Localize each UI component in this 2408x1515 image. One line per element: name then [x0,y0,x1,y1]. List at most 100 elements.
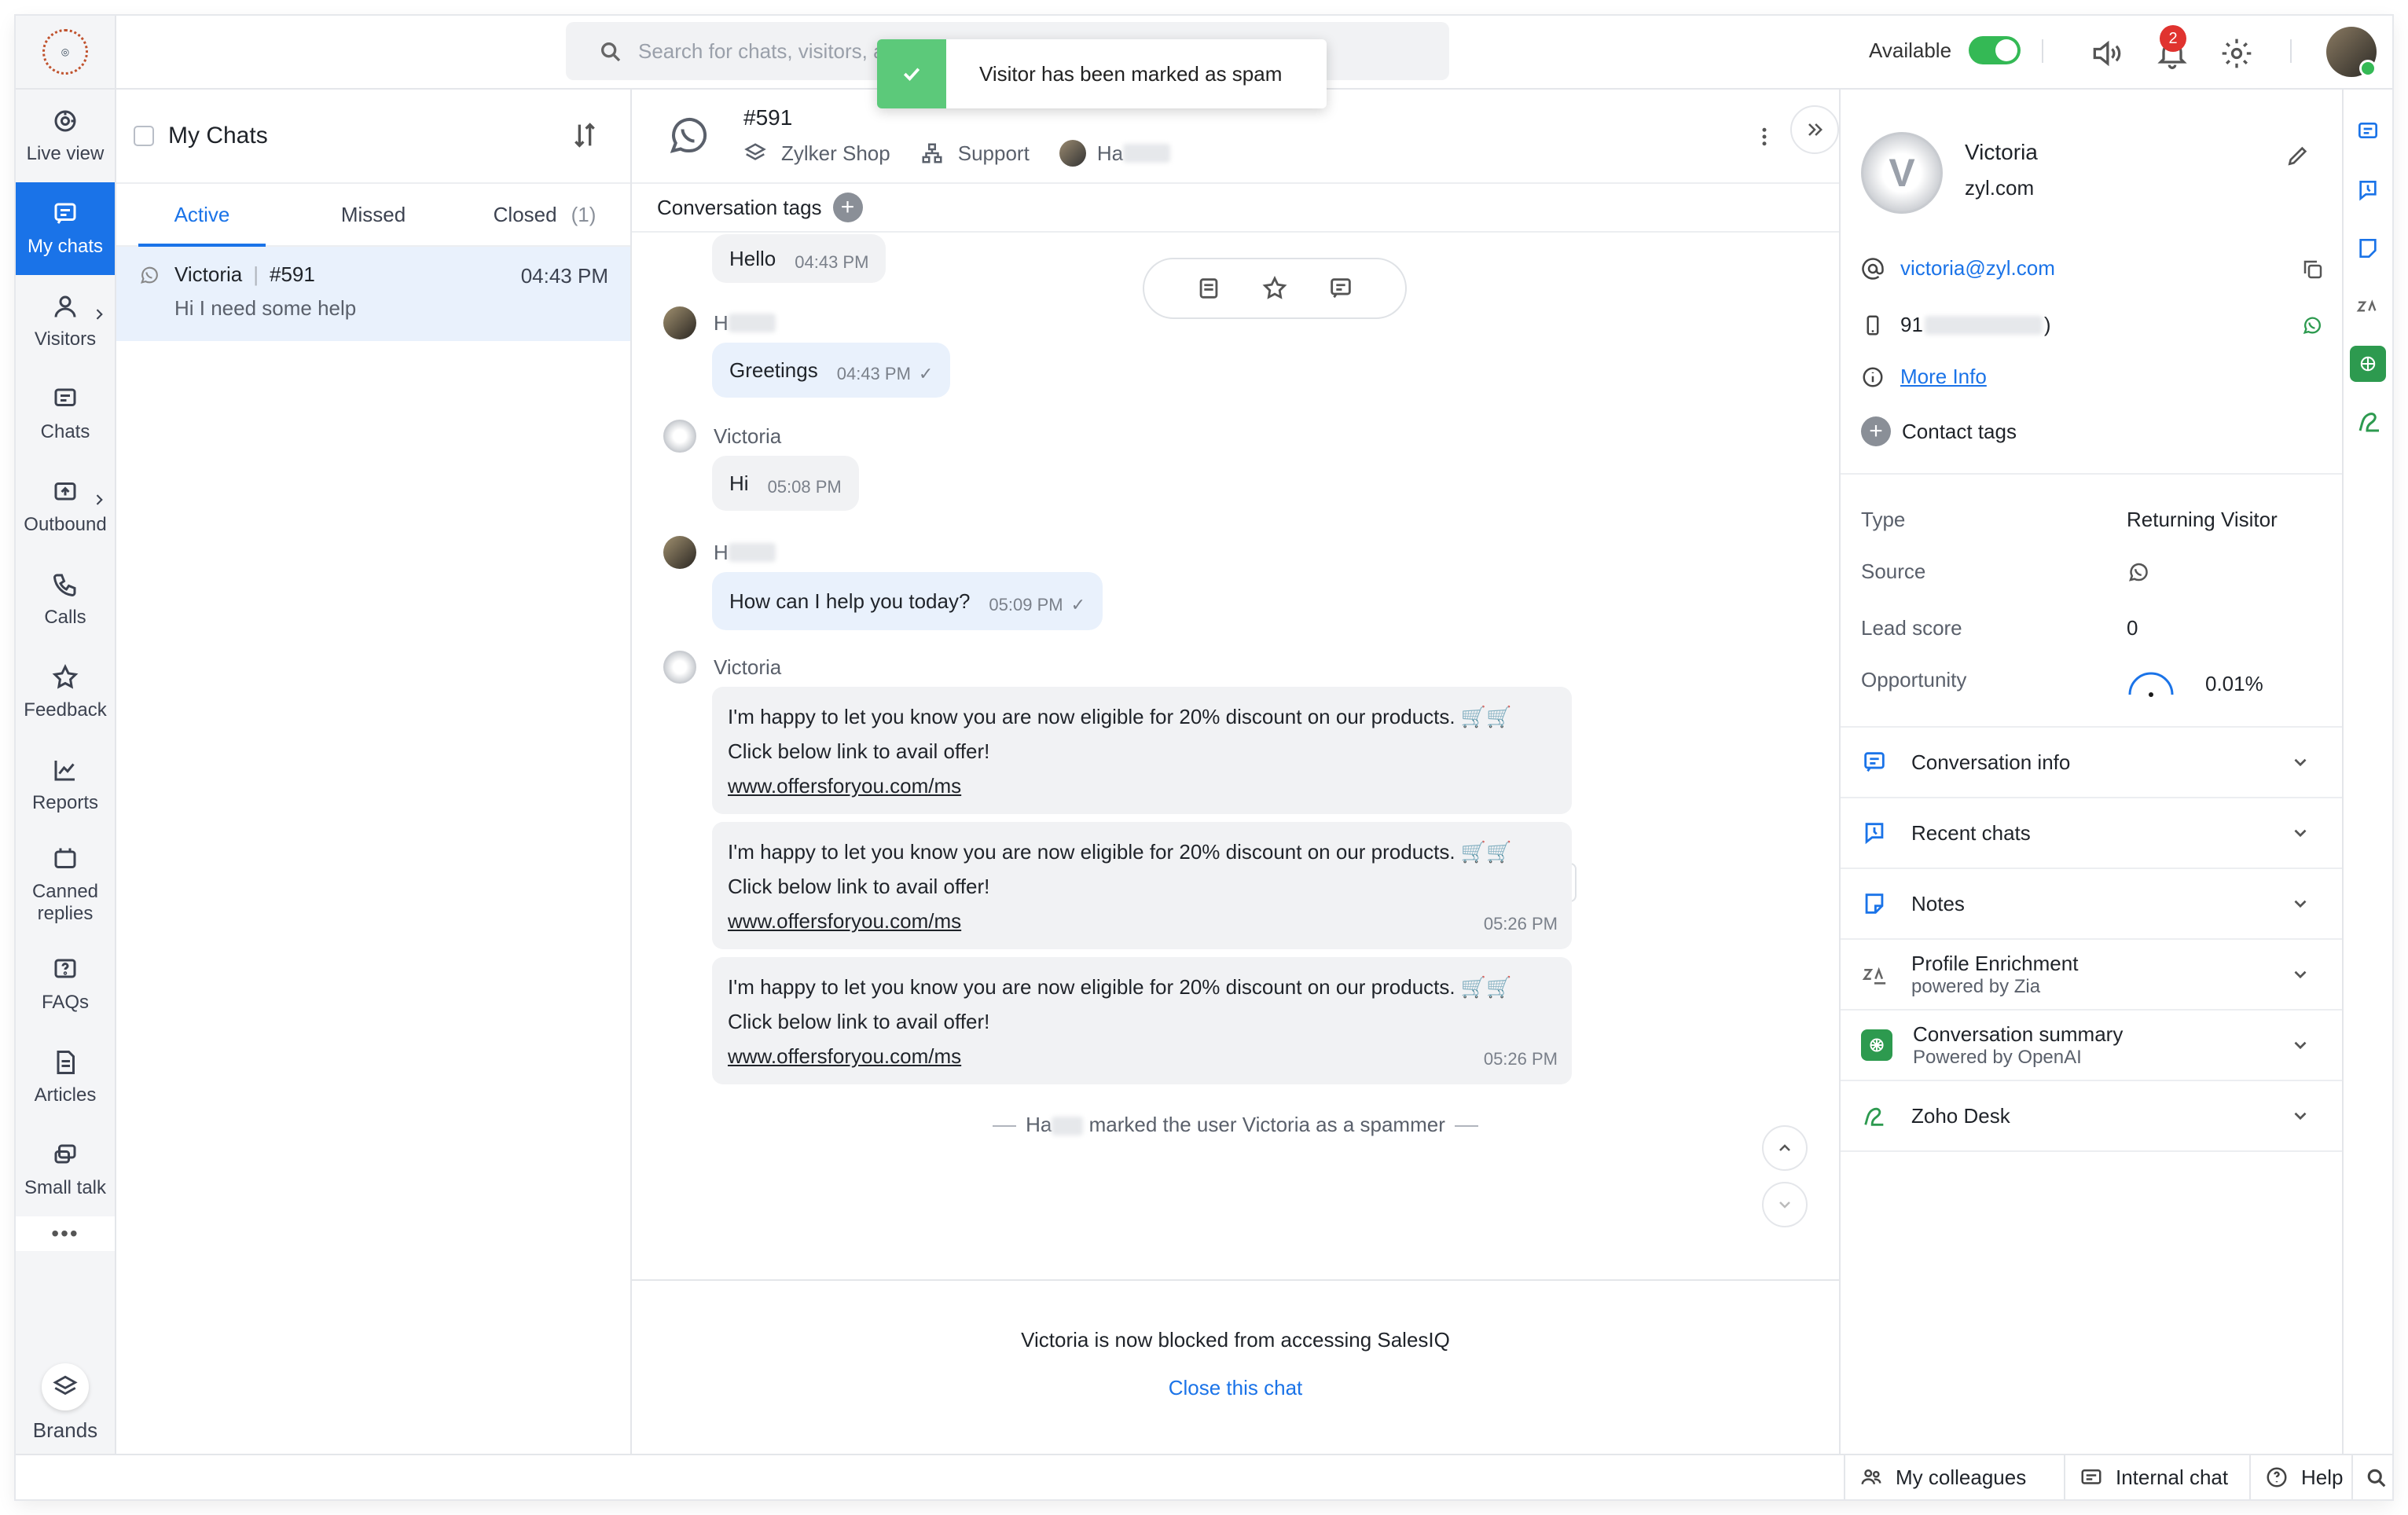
detail-lead-score: Lead score 0 [1861,616,2301,640]
section-title: Notes [1911,891,1965,915]
footer-search-button[interactable] [2351,1455,2392,1499]
nav-feedback[interactable]: Feedback [16,646,115,739]
check-icon: ✓ [918,364,934,383]
section-title: Conversation summary [1913,1022,2124,1046]
layers-icon [744,143,766,160]
check-icon [877,39,946,108]
nav-live-view[interactable]: Live view [16,90,115,182]
chat-info-icon[interactable] [2355,119,2380,145]
more-menu-icon[interactable]: ••• [16,1216,115,1251]
visitor-name: Victoria [1965,140,2038,164]
whatsapp-icon[interactable] [2301,314,2323,336]
star-icon[interactable] [1261,275,1288,302]
section-title: Conversation info [1911,750,2071,774]
copy-icon[interactable] [2301,258,2325,281]
tab-count: (1) [571,202,596,226]
nav-label: Small talk [24,1177,107,1198]
section-zoho-desk[interactable]: Zoho Desk [1841,1081,2342,1152]
email-link[interactable]: victoria@zyl.com [1900,256,2055,281]
redacted-text [1052,1117,1084,1136]
nav-visitors[interactable]: Visitors [16,275,115,368]
section-profile-enrichment[interactable]: Profile Enrichment powered by Zia [1841,940,2342,1011]
message-time: 05:09 PM [989,595,1063,614]
recent-chats-icon[interactable] [2355,178,2380,203]
sound-icon[interactable] [2089,36,2124,71]
promo-link[interactable]: www.offersforyou.com/ms [728,1044,961,1068]
divider [2290,39,2292,63]
nav-outbound[interactable]: Outbound [16,460,115,553]
section-conversation-info[interactable]: Conversation info [1841,728,2342,798]
my-colleagues-button[interactable]: My colleagues [1844,1455,2040,1499]
nav-label: Visitors [34,328,97,350]
zia-icon[interactable] [2355,294,2380,319]
nav-reports[interactable]: Reports [16,739,115,831]
nav-my-chats[interactable]: My chats [16,182,115,275]
comment-icon[interactable] [1327,275,1354,302]
gear-icon[interactable] [2219,36,2254,71]
footer-label: My colleagues [1896,1465,2027,1489]
visitor-profile: V Victoria zyl.com [1841,132,2342,214]
section-subtitle: powered by Zia [1911,975,2041,997]
sender-name: H [714,540,729,564]
scroll-down-button[interactable] [1762,1182,1808,1227]
collapse-panel-button[interactable] [1790,105,1839,154]
detail-value: Returning Visitor [2127,508,2278,531]
user-avatar[interactable] [2326,27,2377,77]
edit-icon[interactable] [2285,143,2311,168]
nav-canned-replies[interactable]: Canned replies [16,831,115,938]
select-all-checkbox[interactable] [134,126,154,146]
detail-value: 0.01% [2127,668,2263,699]
help-button[interactable]: Help [2249,1455,2357,1499]
sort-icon[interactable] [569,119,600,151]
message-bubble: How can I help you today? 05:09 PM ✓ [712,572,1103,630]
at-icon [1862,257,1884,280]
chat-list-item[interactable]: Victoria | #591 04:43 PM Hi I need some … [116,247,630,341]
tab-closed[interactable]: Closed (1) [459,184,630,245]
mobile-icon [1867,315,1879,335]
nav-faqs[interactable]: FAQs [16,938,115,1031]
section-notes[interactable]: Notes [1841,869,2342,940]
scroll-up-button[interactable] [1762,1125,1808,1171]
internal-chat-button[interactable]: Internal chat [2064,1455,2242,1499]
nav-chats[interactable]: Chats [16,368,115,460]
nav-label: Canned replies [31,881,99,924]
divider [2042,39,2043,63]
nav-small-talk[interactable]: Small talk [16,1124,115,1216]
email-row: victoria@zyl.com [1861,256,2055,281]
more-options-icon[interactable] [1753,123,1776,151]
message-bubble: Greetings 04:43 PM ✓ [712,343,951,398]
chevron-right-icon[interactable] [91,492,107,508]
tab-missed[interactable]: Missed [288,184,459,245]
brand-logo[interactable]: ◎ [16,16,115,90]
chat-preview: Hi I need some help [174,296,357,320]
system-agent: Ha [1026,1113,1052,1136]
promo-line2: Click below link to avail offer! [728,1010,990,1033]
nav-brands[interactable]: Brands [16,1352,115,1454]
section-recent-chats[interactable]: Recent chats [1841,798,2342,869]
nav-calls[interactable]: Calls [16,553,115,646]
availability-toggle[interactable] [1969,36,2021,64]
phone-row: 91) [1861,313,2051,337]
chevron-right-icon[interactable] [91,306,107,322]
detail-value [2127,559,2150,584]
more-info-link[interactable]: More Info [1900,365,1987,389]
promo-link[interactable]: www.offersforyou.com/ms [728,909,961,933]
message-action-bar [1143,258,1407,319]
notes-icon[interactable] [2355,236,2380,261]
promo-message: I'm happy to let you know you are now el… [712,822,1572,949]
recent-chats-icon [1865,823,1884,845]
contact-tags-row[interactable]: + Contact tags [1861,416,2017,446]
promo-link[interactable]: www.offersforyou.com/ms [728,774,961,798]
section-subtitle: Powered by OpenAI [1913,1046,2082,1068]
openai-icon[interactable] [2350,346,2386,382]
note-icon[interactable] [1195,275,1222,302]
close-chat-link[interactable]: Close this chat [632,1376,1839,1400]
notes-icon [1865,893,1884,914]
section-conversation-summary[interactable]: Conversation summary Powered by OpenAI [1841,1011,2342,1081]
add-tag-button[interactable]: + [832,193,863,222]
zoho-desk-icon[interactable] [2355,407,2384,435]
conversation-meta: Zylker Shop Support Ha [743,140,1200,167]
chat-list-header: My Chats [116,90,630,184]
tab-active[interactable]: Active [116,184,288,247]
nav-articles[interactable]: Articles [16,1031,115,1124]
